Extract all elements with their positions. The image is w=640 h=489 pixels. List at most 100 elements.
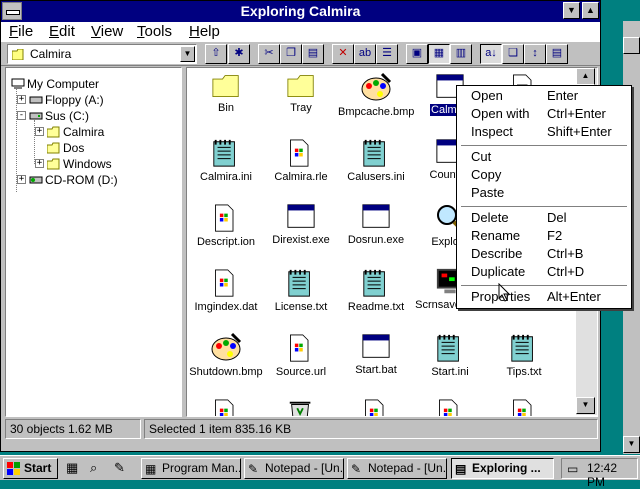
context-menu-duplicate[interactable]: Duplicate xyxy=(471,264,525,279)
menu-file[interactable]: File xyxy=(9,23,33,40)
expand-icon[interactable]: + xyxy=(17,95,26,104)
tree-connector-line xyxy=(34,120,35,164)
taskbar-button[interactable]: ✎ Notepad - [Un... xyxy=(347,458,447,479)
file-item[interactable]: Calusers.ini xyxy=(337,137,415,183)
expand-icon[interactable]: + xyxy=(35,127,44,136)
title-bar[interactable]: Exploring Calmira ▼ ▲ xyxy=(1,1,600,22)
file-item[interactable] xyxy=(485,397,563,416)
file-item[interactable]: Bmpcache.bmp xyxy=(337,72,415,118)
maximize-button[interactable]: ▲ xyxy=(582,2,599,19)
expand-icon[interactable]: + xyxy=(17,175,26,184)
taskbar-button[interactable]: ✎ Notepad - [Un... xyxy=(244,458,344,479)
taskbar-button-label: Exploring ... xyxy=(472,461,541,475)
cut-button[interactable]: ✂ xyxy=(258,44,280,64)
scroll-down-button[interactable]: ▼ xyxy=(576,397,595,414)
scroll-thumb[interactable] xyxy=(623,37,640,54)
paint-palette-icon xyxy=(361,72,392,101)
monitor-icon: ▭ xyxy=(567,462,579,476)
file-item[interactable]: Direxist.exe xyxy=(262,202,340,246)
file-item[interactable]: Tips.txt xyxy=(485,332,563,378)
context-menu-open-with[interactable]: Open with xyxy=(471,106,530,121)
taskbar-button[interactable]: ▦ Program Man... xyxy=(141,458,241,479)
file-item[interactable]: Calmira.ini xyxy=(187,137,265,183)
tree-connector-line xyxy=(16,88,17,192)
context-menu-shortcut: Alt+Enter xyxy=(547,289,601,304)
folder-icon xyxy=(46,126,60,138)
quick-launch-explorer-icon[interactable]: ▦ xyxy=(66,460,78,476)
taskbar-button[interactable]: ▤ Exploring ... xyxy=(451,458,554,479)
folder-tree[interactable]: My Computer + Floppy (A:) - Sus (C:) + Calmira… xyxy=(5,67,182,417)
file-item[interactable]: Dosrun.exe xyxy=(337,202,415,246)
file-item[interactable]: Readme.txt xyxy=(337,267,415,313)
hard-disk-icon xyxy=(29,112,43,120)
file-item[interactable]: Tray xyxy=(262,72,340,114)
file-item[interactable]: Bin xyxy=(187,72,265,114)
tree-item-label: My Computer xyxy=(27,77,100,91)
menu-help[interactable]: Help xyxy=(189,23,220,40)
menu-edit[interactable]: Edit xyxy=(49,23,75,40)
file-item[interactable]: Source.url xyxy=(262,332,340,378)
properties-button[interactable]: ☰ xyxy=(376,44,398,64)
scroll-down-button[interactable]: ▼ xyxy=(623,436,640,453)
menu-view[interactable]: View xyxy=(91,23,123,40)
file-item[interactable] xyxy=(337,397,415,416)
context-menu-delete[interactable]: Delete xyxy=(471,210,509,225)
notepad-icon: ✎ xyxy=(248,462,259,476)
notepad-icon xyxy=(511,334,533,362)
context-menu-rename[interactable]: Rename xyxy=(471,228,520,243)
file-item[interactable]: License.txt xyxy=(262,267,340,313)
context-menu-inspect[interactable]: Inspect xyxy=(471,124,513,139)
file-item[interactable]: Descript.ion xyxy=(187,202,265,248)
sort-name-button[interactable]: a↓ xyxy=(480,44,502,64)
menu-tools[interactable]: Tools xyxy=(137,23,172,40)
computer-icon xyxy=(11,78,25,89)
folder-icon xyxy=(46,142,60,154)
large-icons-button[interactable]: ▣ xyxy=(406,44,428,64)
context-menu-describe[interactable]: Describe xyxy=(471,246,522,261)
application-icon xyxy=(362,334,390,358)
rename-button[interactable]: ab xyxy=(354,44,376,64)
up-folder-button[interactable]: ⇧ xyxy=(205,44,227,64)
folder-icon xyxy=(12,49,24,60)
paste-button[interactable]: ▤ xyxy=(302,44,324,64)
small-icons-button[interactable]: ▦ xyxy=(428,44,450,64)
delete-button[interactable]: ✕ xyxy=(332,44,354,64)
file-item[interactable] xyxy=(262,397,340,416)
sort-type-button[interactable]: ❏ xyxy=(502,44,524,64)
details-button[interactable]: ▥ xyxy=(450,44,472,64)
context-menu-paste[interactable]: Paste xyxy=(471,185,504,200)
context-menu-copy[interactable]: Copy xyxy=(471,167,501,182)
file-item[interactable] xyxy=(187,397,265,416)
file-item-label: Calusers.ini xyxy=(347,171,405,183)
file-item[interactable]: Start.ini xyxy=(411,332,489,378)
file-item[interactable]: Imgindex.dat xyxy=(187,267,265,313)
file-item[interactable]: Start.bat xyxy=(337,332,415,376)
new-folder-button[interactable]: ✱ xyxy=(228,44,250,64)
menu-separator xyxy=(461,145,627,146)
folder-icon xyxy=(212,75,239,97)
file-item[interactable]: Shutdown.bmp xyxy=(187,332,265,378)
large-icons-view-icon: ▣ xyxy=(411,47,423,59)
window-title: Exploring Calmira xyxy=(240,3,361,19)
expand-icon[interactable]: + xyxy=(35,159,44,168)
tray-clock[interactable]: ▭ 12:42 PM xyxy=(561,458,638,489)
collapse-icon[interactable]: - xyxy=(17,111,26,120)
quick-launch-notepad-icon[interactable]: ✎ xyxy=(114,460,125,476)
context-menu-open[interactable]: Open xyxy=(471,88,503,103)
windows-file-icon xyxy=(215,204,234,232)
file-item[interactable] xyxy=(411,397,489,416)
copy-button[interactable]: ❐ xyxy=(280,44,302,64)
sort-size-button[interactable]: ↕ xyxy=(524,44,546,64)
minimize-button[interactable]: ▼ xyxy=(563,2,580,19)
dropdown-arrow-icon[interactable]: ▼ xyxy=(180,46,195,62)
location-combobox[interactable]: Calmira ▼ xyxy=(7,44,197,64)
sort-date-button[interactable]: ▤ xyxy=(546,44,568,64)
file-item-label: Direxist.exe xyxy=(272,234,330,246)
file-item-label: Readme.txt xyxy=(347,301,405,313)
context-menu-cut[interactable]: Cut xyxy=(471,149,491,164)
start-button[interactable]: Start xyxy=(3,458,58,479)
file-item[interactable]: Calmira.rle xyxy=(262,137,340,183)
folder-icon xyxy=(287,75,314,97)
quick-launch-find-icon[interactable]: ⌕ xyxy=(90,460,97,476)
scroll-up-button[interactable]: ▲ xyxy=(576,68,595,85)
